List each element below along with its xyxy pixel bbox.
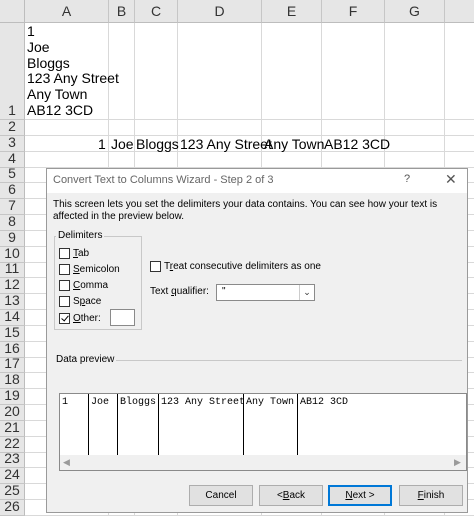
semicolon-checkbox[interactable] xyxy=(59,264,70,275)
column-header-h[interactable] xyxy=(445,0,474,23)
comma-checkbox[interactable] xyxy=(59,280,70,291)
dialog-title: Convert Text to Columns Wizard - Step 2 … xyxy=(53,174,274,186)
column-header-a[interactable]: A xyxy=(25,0,109,23)
cell-a1-line: Any Town xyxy=(27,86,88,103)
cell-a3[interactable]: 1 xyxy=(98,136,106,152)
other-checkbox[interactable] xyxy=(59,313,70,324)
space-checkbox[interactable] xyxy=(59,296,70,307)
text-qualifier-select[interactable]: " ⌄ xyxy=(216,284,315,301)
close-icon[interactable]: ✕ xyxy=(445,171,457,188)
dialog-titlebar[interactable]: Convert Text to Columns Wizard - Step 2 … xyxy=(47,169,467,193)
cell-a1-line: 1 xyxy=(27,23,35,39)
row-header[interactable]: 26 xyxy=(0,498,25,516)
cell-c3[interactable]: Bloggs xyxy=(136,136,179,152)
preview-cell-5: Any Town xyxy=(246,397,295,408)
other-checkbox-label[interactable]: Other: xyxy=(73,313,101,324)
cell-a1-line: AB12 3CD xyxy=(27,101,94,118)
text-qualifier-label: Text qualifier: xyxy=(150,286,209,297)
column-header-g[interactable]: G xyxy=(385,0,445,23)
column-header-e[interactable]: E xyxy=(262,0,322,23)
cancel-button[interactable]: Cancel xyxy=(189,485,253,506)
text-qualifier-value: " xyxy=(222,286,226,297)
help-icon[interactable]: ? xyxy=(404,173,410,185)
semicolon-checkbox-label[interactable]: Semicolon xyxy=(73,264,120,275)
preview-cell-2: Joe xyxy=(91,397,110,408)
column-header-f[interactable]: F xyxy=(322,0,385,23)
cell-a1-line: Bloggs xyxy=(27,54,70,71)
select-all-corner[interactable] xyxy=(0,0,25,23)
scroll-right-icon[interactable]: ▶ xyxy=(454,457,461,468)
cell-a1[interactable]: 1 Joe Bloggs 123 Any Street Any Town AB1… xyxy=(27,23,119,119)
tab-checkbox[interactable] xyxy=(59,248,70,259)
scroll-left-icon[interactable]: ◀ xyxy=(63,457,70,468)
space-checkbox-label[interactable]: Space xyxy=(73,296,101,307)
preview-cell-1: 1 xyxy=(62,397,69,408)
back-button[interactable]: < Back xyxy=(259,485,323,506)
row-header[interactable]: 1 xyxy=(0,23,25,120)
finish-button[interactable]: Finish xyxy=(399,485,463,506)
dialog-description: This screen lets you set the delimiters … xyxy=(53,199,438,222)
data-preview-label: Data preview xyxy=(54,354,117,365)
data-preview-area[interactable]: 1 Joe Bloggs 123 Any Street Any Town AB1… xyxy=(59,393,467,471)
row-gridline xyxy=(25,119,474,120)
chevron-down-icon[interactable]: ⌄ xyxy=(299,285,314,300)
cell-f3[interactable]: AB12 3CD xyxy=(324,136,390,152)
cell-a1-line: 123 Any Street xyxy=(27,70,119,87)
preview-cell-4: 123 Any Street xyxy=(161,397,246,408)
cell-b3[interactable]: Joe xyxy=(111,136,134,152)
delimiters-group-label: Delimiters xyxy=(56,230,105,241)
other-delimiter-input[interactable] xyxy=(110,309,135,326)
column-header-c[interactable]: C xyxy=(135,0,178,23)
tab-checkbox-label[interactable]: Tab xyxy=(73,248,89,259)
column-header-d[interactable]: D xyxy=(178,0,262,23)
comma-checkbox-label[interactable]: Comma xyxy=(73,280,108,291)
treat-consecutive-label[interactable]: Treat consecutive delimiters as one xyxy=(164,261,321,272)
next-button[interactable]: Next > xyxy=(328,485,392,506)
preview-cell-6: AB12 3CD xyxy=(300,397,349,408)
preview-cell-3: Bloggs xyxy=(120,397,157,408)
column-header-b[interactable]: B xyxy=(109,0,135,23)
preview-horizontal-scrollbar[interactable]: ◀ ▶ xyxy=(60,455,466,470)
treat-consecutive-checkbox[interactable] xyxy=(150,261,161,272)
cell-a1-line: Joe xyxy=(27,38,50,55)
convert-text-wizard-dialog: Convert Text to Columns Wizard - Step 2 … xyxy=(46,168,468,513)
cell-d3[interactable]: 123 Any Street xyxy=(180,136,272,152)
cell-e3[interactable]: Any Town xyxy=(264,136,324,152)
